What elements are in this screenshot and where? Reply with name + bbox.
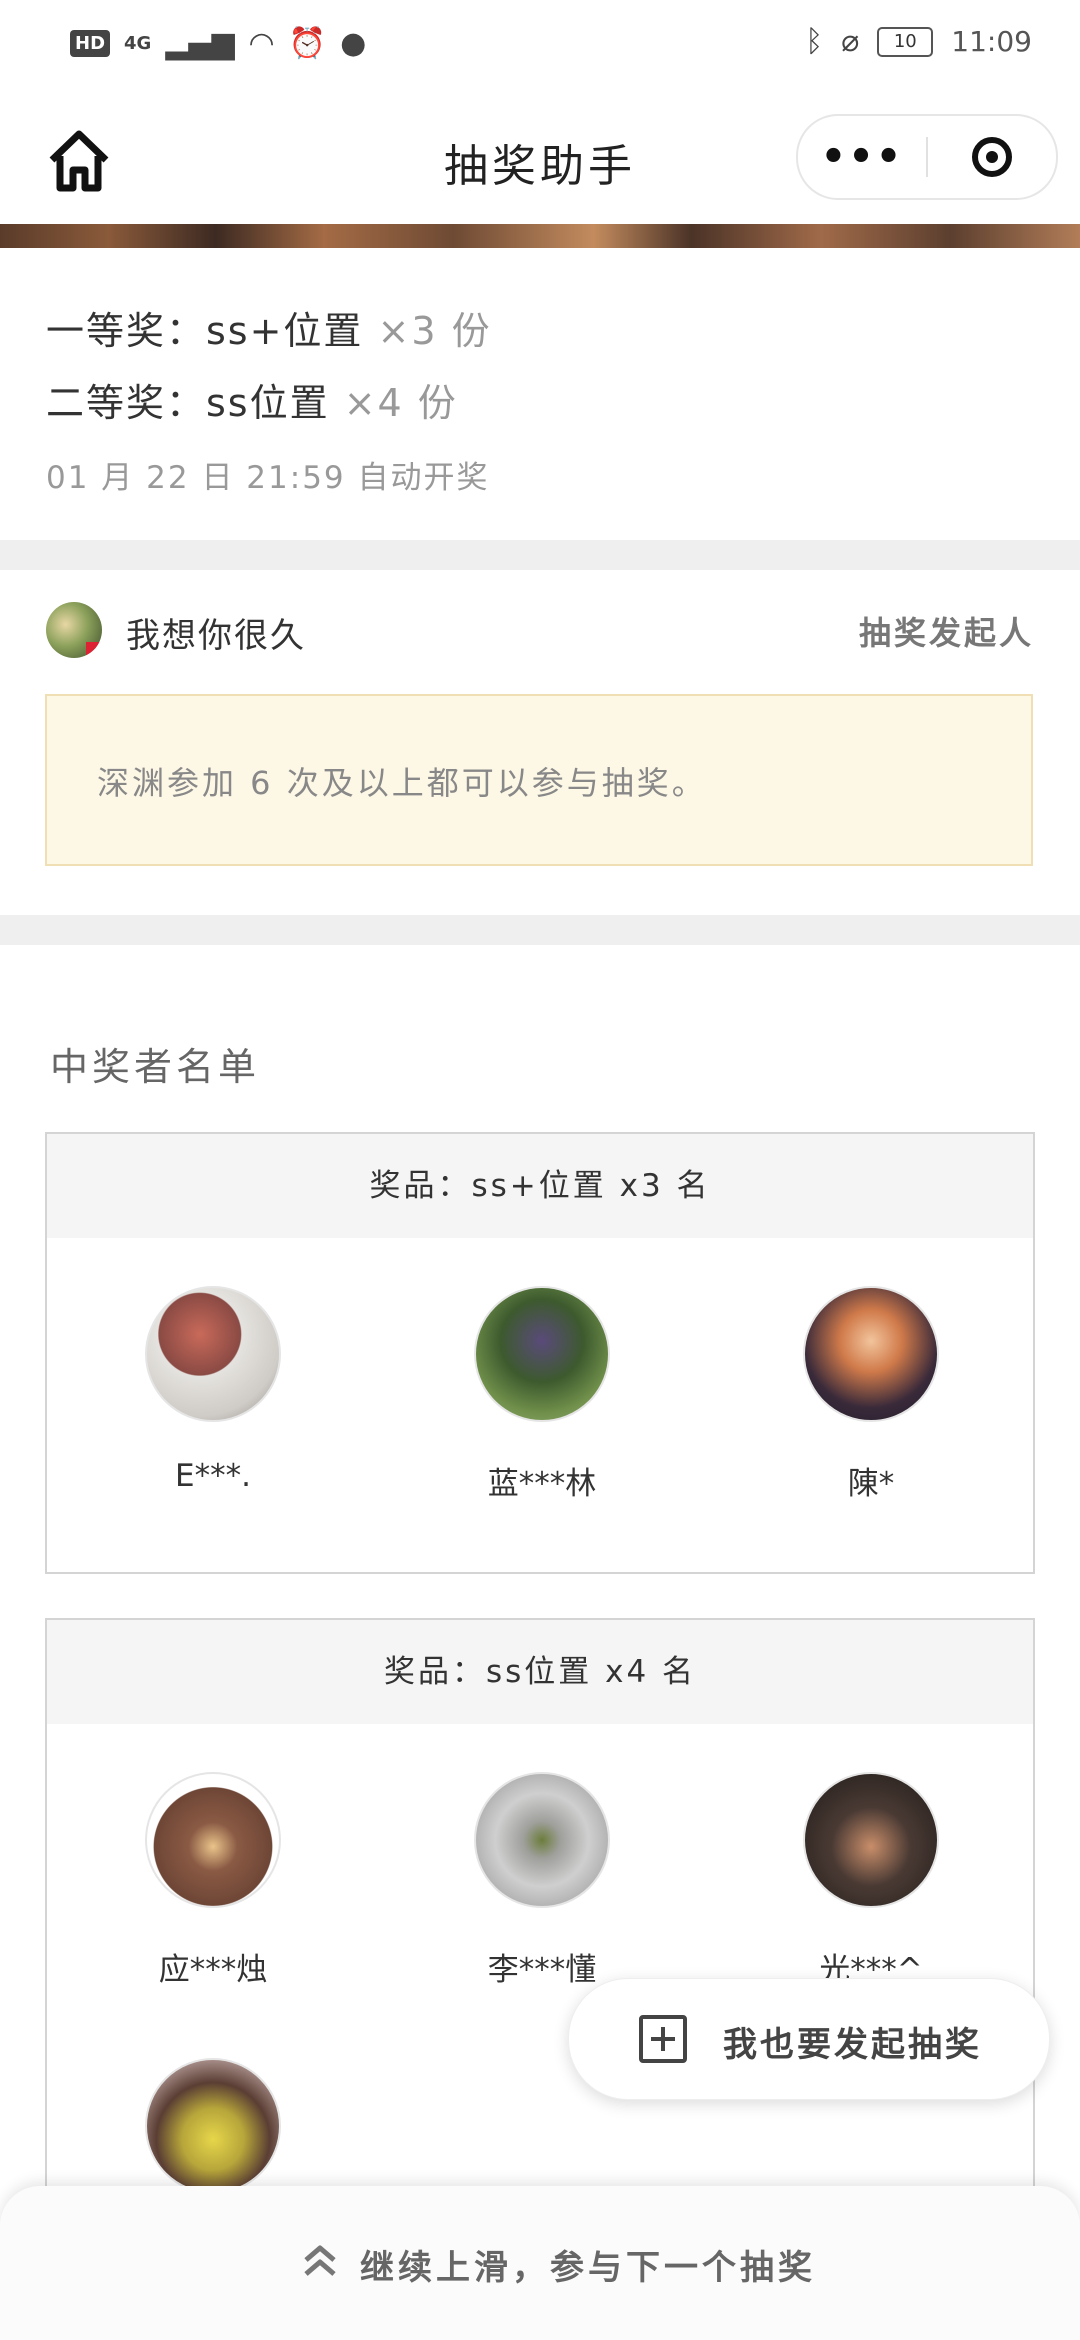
prize-label: 二等奖：ss位置 [46,381,330,425]
chevron-up-icon [304,2245,336,2276]
battery-icon: 10 [877,26,934,57]
bluetooth-icon: ᛒ [805,24,824,59]
wifi-icon: ◠ [248,26,275,61]
section-divider [0,915,1080,945]
prize-qty: ×4 份 [343,381,458,425]
prize-label: 一等奖：ss+位置 [46,309,364,353]
more-button[interactable]: ••• [798,134,926,180]
status-bar: HD 4G ▂▄▆ ◠ ⏰ ● ᛒ ⌀ 10 11:09 [0,0,1080,90]
condition-text: 深渊参加 6 次及以上都可以参与抽奖。 [97,764,707,802]
hd-badge: HD [70,30,111,57]
draw-time: 01 月 22 日 21:59 自动开奖 [46,460,490,496]
winner-name: E***. [175,1458,251,1494]
prize-line-second: 二等奖：ss位置 ×4 份 [46,372,458,427]
winner-avatar [145,2058,281,2194]
prize-line-first: 一等奖：ss+位置 ×3 份 [46,300,492,355]
organizer-role: 抽奖发起人 [858,614,1034,652]
banner-image [0,224,1080,248]
status-time: 11:09 [951,25,1032,58]
alarm-icon: ⏰ [288,26,327,61]
winner-name: 应***烛 [158,1952,268,1988]
prize-group-first: 奖品：ss+位置 x3 名 E***. 蓝***林 陳* [45,1132,1035,1574]
winner-item[interactable]: E***. [103,1286,323,1494]
winner-item[interactable]: 李***懂 [432,1772,652,1989]
prize-qty: ×3 份 [377,309,492,353]
winner-name: 蓝***林 [487,1466,597,1502]
winners-title: 中奖者名单 [50,1045,261,1089]
nav-bar: 抽奖助手 ••• [0,90,1080,226]
winner-avatar [474,1772,610,1908]
winner-item[interactable]: 应***烛 [103,1772,323,1989]
status-right: ᛒ ⌀ 10 11:09 [805,24,1032,59]
organizer-avatar[interactable] [46,602,102,658]
wechat-icon: ● [340,26,367,61]
winner-avatar [145,1286,281,1422]
winner-item[interactable]: 陳* [761,1286,981,1503]
winner-avatar [803,1286,939,1422]
winner-avatar [474,1286,610,1422]
winner-item[interactable]: 光***^ [761,1772,981,1989]
network-label: 4G [124,33,152,54]
organizer-name[interactable]: 我想你很久 [126,608,306,657]
prize-group-header: 奖品：ss位置 x4 名 [47,1620,1033,1724]
close-button[interactable] [928,137,1056,177]
target-icon [972,137,1012,177]
next-lottery-label: 继续上滑，参与下一个抽奖 [360,2248,816,2288]
plus-square-icon [639,2015,687,2063]
create-lottery-label: 我也要发起抽奖 [723,2025,982,2065]
winner-avatar [145,1772,281,1908]
battery-level: 10 [893,31,917,52]
condition-box: 深渊参加 6 次及以上都可以参与抽奖。 [45,694,1033,866]
signal-icon: ▂▄▆ [165,26,235,61]
mute-icon: ⌀ [841,24,860,59]
winner-name: 陳* [847,1466,895,1502]
status-left: HD 4G ▂▄▆ ◠ ⏰ ● [70,26,366,61]
winner-avatar [803,1772,939,1908]
organizer-section: 我想你很久 抽奖发起人 深渊参加 6 次及以上都可以参与抽奖。 [0,570,1080,915]
winner-item[interactable]: 蓝***林 [432,1286,652,1503]
prize-group-header: 奖品：ss+位置 x3 名 [47,1134,1033,1238]
prize-group-second: 奖品：ss位置 x4 名 应***烛 李***懂 光***^ [45,1618,1035,2218]
create-lottery-button[interactable]: 我也要发起抽奖 [568,1978,1050,2100]
mini-program-capsule: ••• [796,114,1058,200]
prize-info: 一等奖：ss+位置 ×3 份 二等奖：ss位置 ×4 份 01 月 22 日 2… [0,248,1080,540]
section-divider [0,540,1080,570]
next-lottery-bar[interactable]: 继续上滑，参与下一个抽奖 [0,2186,1080,2340]
